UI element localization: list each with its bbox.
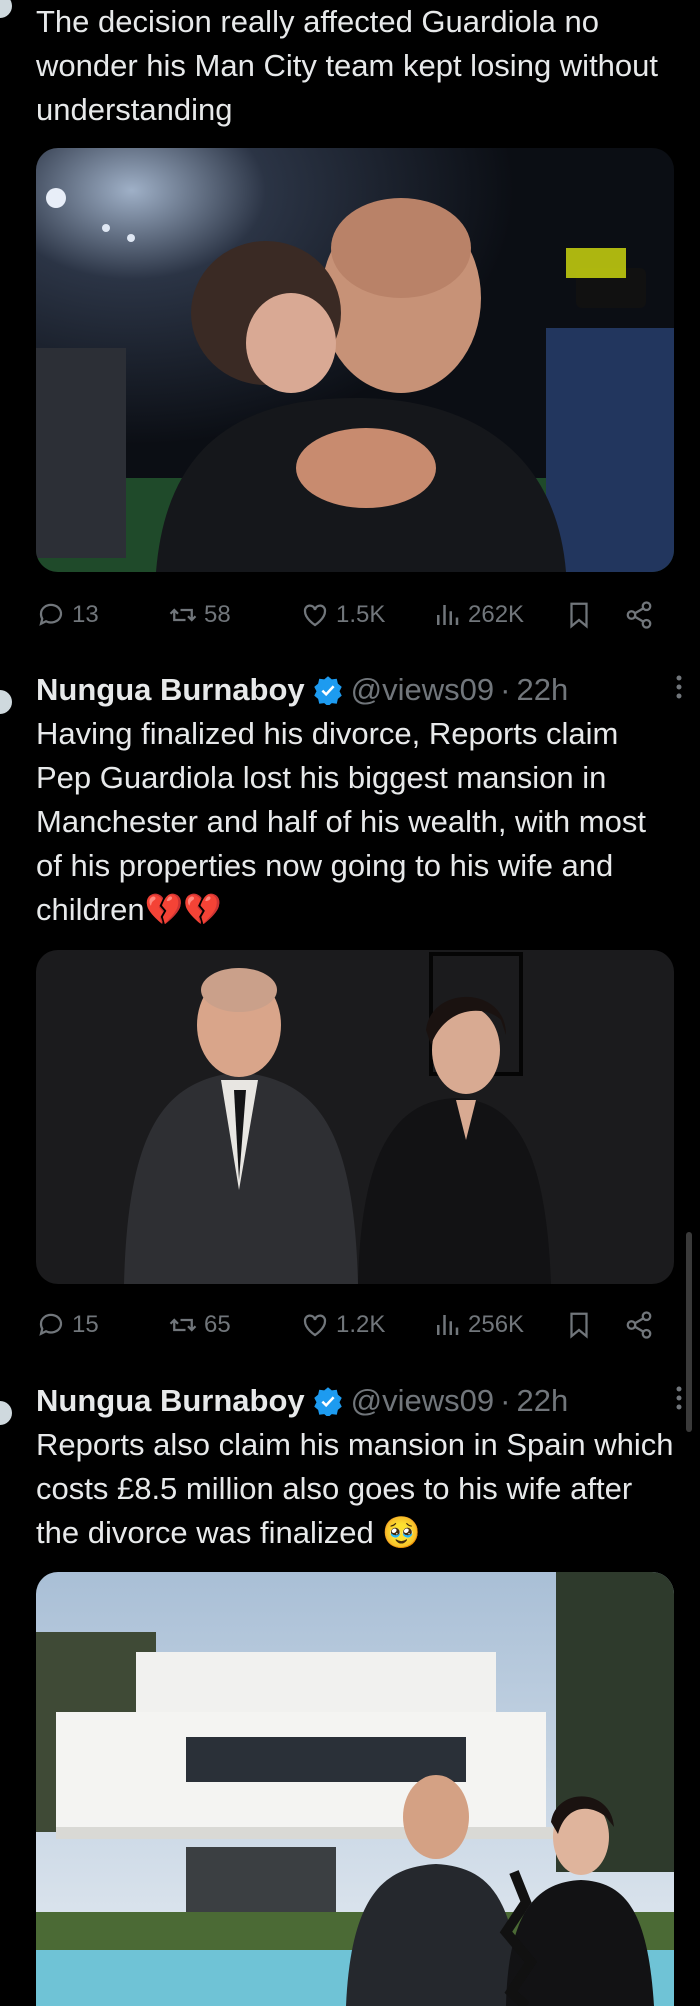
avatar[interactable]	[0, 690, 12, 714]
share-button[interactable]	[624, 1305, 654, 1345]
scrollbar-thumb[interactable]	[686, 1232, 692, 1432]
share-button[interactable]	[624, 595, 654, 635]
share-icon	[626, 1311, 652, 1339]
like-button[interactable]: 1.2K	[300, 1305, 385, 1345]
like-count: 1.5K	[336, 601, 386, 628]
verified-badge-icon	[313, 1387, 342, 1416]
repost-count: 58	[204, 601, 231, 628]
views-button[interactable]: 262K	[432, 595, 524, 635]
author-handle[interactable]: @views09	[351, 1383, 494, 1419]
reply-count: 15	[72, 1311, 99, 1338]
more-vertical-icon	[676, 675, 682, 699]
more-options-button[interactable]	[674, 672, 684, 710]
photo-stadium-embrace	[36, 148, 674, 572]
tweet-text: Having finalized his divorce, Reports cl…	[36, 716, 646, 927]
more-vertical-icon	[676, 1386, 682, 1410]
reply-count: 13	[72, 601, 99, 628]
tweet-time[interactable]: 22h	[516, 672, 568, 708]
author-handle[interactable]: @views09	[351, 672, 494, 708]
tweet-header: Nungua Burnaboy @views09 · 22h	[36, 668, 680, 712]
verified-badge-icon	[313, 676, 342, 705]
tweet-actions: 15 65 1.2K 256K	[36, 1305, 660, 1345]
views-icon	[437, 605, 459, 625]
tweet-1[interactable]: The decision really affected Guardiola n…	[0, 0, 700, 650]
tweet-text: The decision really affected Guardiola n…	[36, 4, 659, 127]
bookmark-icon	[570, 602, 588, 629]
repost-button[interactable]: 65	[168, 1305, 231, 1345]
author-name[interactable]: Nungua Burnaboy	[36, 672, 305, 708]
repost-icon	[169, 608, 197, 622]
photo-mansion-couple	[36, 1572, 674, 2006]
share-icon	[626, 601, 652, 629]
more-options-button[interactable]	[674, 1383, 684, 1421]
reply-button[interactable]: 13	[36, 595, 99, 635]
tweet-image[interactable]	[36, 950, 674, 1284]
tweet-header: Nungua Burnaboy @views09 · 22h	[36, 1379, 680, 1423]
avatar[interactable]	[0, 0, 12, 18]
reply-icon	[39, 603, 63, 626]
views-icon	[437, 1315, 459, 1335]
bookmark-icon	[570, 1312, 588, 1339]
reply-icon	[39, 1313, 63, 1336]
tweet-2[interactable]: Nungua Burnaboy @views09 · 22h Having fi…	[0, 668, 700, 1368]
photo-couple-portrait	[36, 950, 674, 1284]
heart-icon	[303, 1314, 327, 1337]
tweet-image[interactable]	[36, 148, 674, 572]
view-count: 256K	[468, 1311, 525, 1338]
repost-icon	[169, 1318, 197, 1332]
views-button[interactable]: 256K	[432, 1305, 524, 1345]
avatar[interactable]	[0, 1401, 12, 1425]
view-count: 262K	[468, 601, 525, 628]
tweet-3[interactable]: Nungua Burnaboy @views09 · 22h Reports a…	[0, 1379, 700, 2006]
tweet-text: Reports also claim his mansion in Spain …	[36, 1427, 674, 1550]
heart-icon	[303, 604, 327, 627]
repost-count: 65	[204, 1311, 231, 1338]
repost-button[interactable]: 58	[168, 595, 231, 635]
author-name[interactable]: Nungua Burnaboy	[36, 1383, 305, 1419]
tweet-time[interactable]: 22h	[516, 1383, 568, 1419]
bookmark-button[interactable]	[564, 595, 594, 635]
reply-button[interactable]: 15	[36, 1305, 99, 1345]
like-button[interactable]: 1.5K	[300, 595, 385, 635]
separator-dot: ·	[500, 672, 511, 707]
like-count: 1.2K	[336, 1311, 386, 1338]
separator-dot: ·	[500, 1383, 511, 1418]
tweet-image[interactable]	[36, 1572, 674, 2006]
tweet-actions: 13 58 1.5K 262K	[36, 595, 660, 635]
bookmark-button[interactable]	[564, 1305, 594, 1345]
